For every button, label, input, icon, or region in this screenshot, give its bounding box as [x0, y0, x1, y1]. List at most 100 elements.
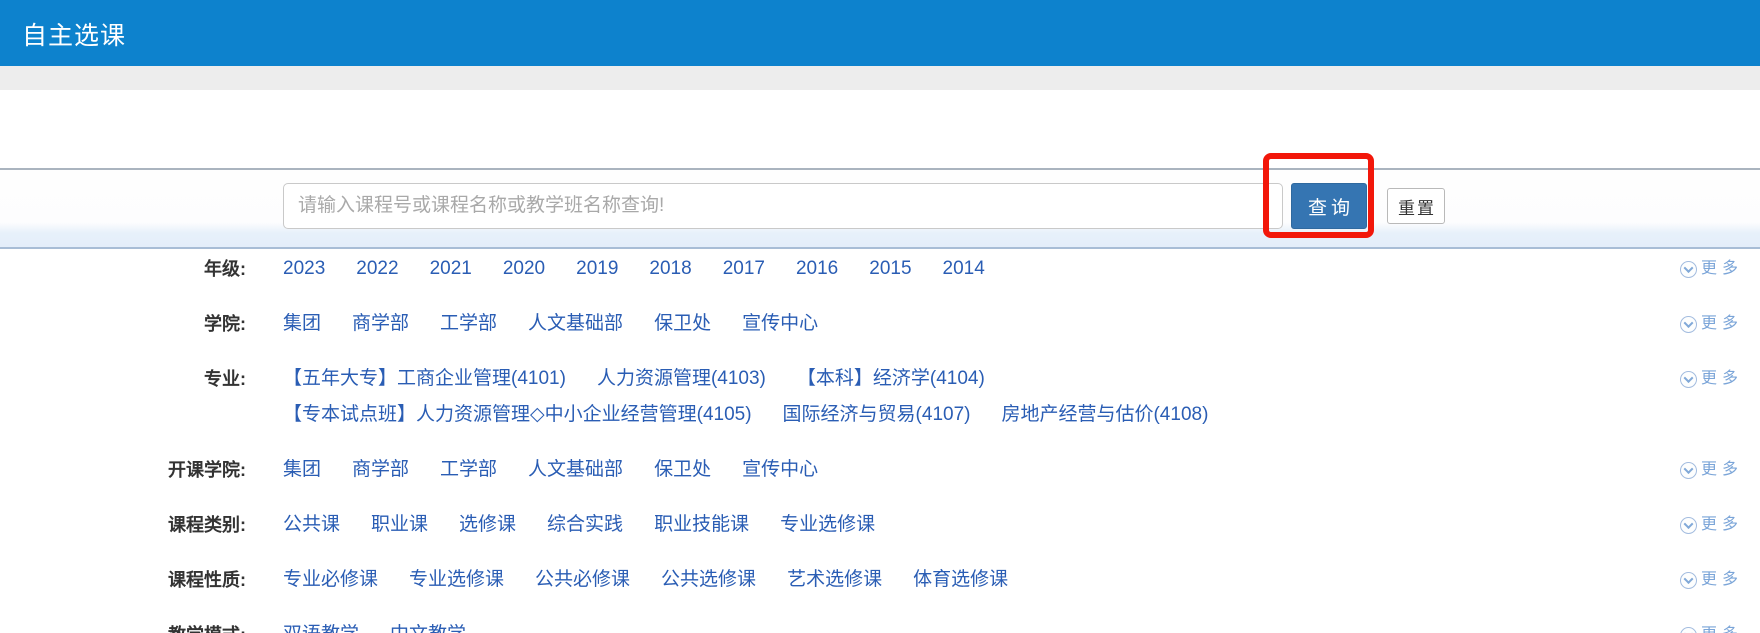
search-input[interactable]: [283, 183, 1283, 229]
more-link[interactable]: 更多: [1680, 313, 1743, 335]
filter-line: 双语教学 中文教学: [283, 624, 1640, 633]
filter-label: 教学模式:: [0, 624, 246, 633]
filter-option-link[interactable]: 宣传中心: [742, 459, 818, 481]
filter-label: 专业:: [0, 368, 246, 390]
filter-option-link[interactable]: 中文教学: [390, 624, 466, 633]
filter-option-link[interactable]: 工学部: [440, 313, 497, 335]
filter-option-link[interactable]: 综合实践: [547, 514, 623, 536]
filter-label: 开课学院:: [0, 459, 246, 481]
filter-row: 年级: 2023 2022 2021 2020 2019 2018 2017 2016 2015…: [0, 249, 1760, 304]
chevron-down-icon: [1680, 627, 1697, 633]
filter-option-link[interactable]: 【五年大专】工商企业管理(4101): [283, 368, 566, 390]
filter-lines: 2023 2022 2021 2020 2019 2018 2017 2016 2015 2014: [283, 258, 1640, 280]
chevron-down-icon: [1680, 371, 1697, 388]
filter-line: 集团 商学部 工学部 人文基础部 保卫处 宣传中心: [283, 313, 1640, 335]
filter-option-link[interactable]: 专业必修课: [283, 569, 378, 591]
filter-option-link[interactable]: 工学部: [440, 459, 497, 481]
filter-lines: 【五年大专】工商企业管理(4101) 人力资源管理(4103) 【本科】经济学(41…: [283, 368, 1640, 426]
filter-label: 年级:: [0, 258, 246, 280]
chevron-down-icon: [1680, 517, 1697, 534]
filter-option-link[interactable]: 双语教学: [283, 624, 359, 633]
more-link[interactable]: 更多: [1680, 258, 1743, 280]
filter-option-link[interactable]: 专业选修课: [409, 569, 504, 591]
more-label: 更多: [1701, 624, 1743, 633]
filter-option-link[interactable]: 商学部: [352, 313, 409, 335]
filter-line: 集团 商学部 工学部 人文基础部 保卫处 宣传中心: [283, 459, 1640, 481]
more-label: 更多: [1701, 514, 1743, 536]
filter-option-link[interactable]: 商学部: [352, 459, 409, 481]
more-label: 更多: [1701, 569, 1743, 591]
filter-option-link[interactable]: 公共课: [283, 514, 340, 536]
filter-option-link[interactable]: 2015: [869, 258, 911, 280]
header-substrip: [0, 66, 1760, 90]
more-label: 更多: [1701, 368, 1743, 390]
filter-option-link[interactable]: 保卫处: [654, 313, 711, 335]
filter-option-link[interactable]: 2020: [503, 258, 545, 280]
reset-button[interactable]: 重置: [1387, 188, 1445, 224]
filter-option-link[interactable]: 2017: [723, 258, 765, 280]
more-label: 更多: [1701, 313, 1743, 335]
chevron-down-icon: [1680, 462, 1697, 479]
filter-option-link[interactable]: 专业选修课: [780, 514, 875, 536]
filter-lines: 公共课 职业课 选修课 综合实践 职业技能课 专业选修课: [283, 514, 1640, 536]
filter-option-link[interactable]: 集团: [283, 459, 321, 481]
chevron-down-icon: [1680, 261, 1697, 278]
more-label: 更多: [1701, 258, 1743, 280]
filter-line: 【五年大专】工商企业管理(4101) 人力资源管理(4103) 【本科】经济学(41…: [283, 368, 1640, 390]
filter-label: 课程类别:: [0, 514, 246, 536]
chevron-down-icon: [1680, 572, 1697, 589]
filter-option-link[interactable]: 宣传中心: [742, 313, 818, 335]
filter-option-link[interactable]: 国际经济与贸易(4107): [783, 404, 971, 426]
more-link[interactable]: 更多: [1680, 624, 1743, 633]
filter-option-link[interactable]: 人力资源管理(4103): [597, 368, 766, 390]
filter-label: 课程性质:: [0, 569, 246, 591]
filter-row: 课程性质: 专业必修课 专业选修课 公共必修课 公共选修课 艺术选修课 体育选修课 更多: [0, 560, 1760, 615]
filter-option-link[interactable]: 2023: [283, 258, 325, 280]
filter-option-link[interactable]: 2016: [796, 258, 838, 280]
filter-panel: 年级: 2023 2022 2021 2020 2019 2018 2017 2016 2015…: [0, 249, 1760, 633]
filter-option-link[interactable]: 选修课: [459, 514, 516, 536]
filter-option-link[interactable]: 职业技能课: [654, 514, 749, 536]
filter-line: 公共课 职业课 选修课 综合实践 职业技能课 专业选修课: [283, 514, 1640, 536]
filter-row: 教学模式: 双语教学 中文教学 更多: [0, 615, 1760, 633]
filter-line: 【专本试点班】人力资源管理◇中小企业经营管理(4105) 国际经济与贸易(4107…: [283, 404, 1640, 426]
filter-option-link[interactable]: 公共选修课: [661, 569, 756, 591]
filter-option-link[interactable]: 房地产经营与估价(4108): [1001, 404, 1208, 426]
page-header: 自主选课: [0, 0, 1760, 66]
filter-option-link[interactable]: 体育选修课: [913, 569, 1008, 591]
filter-lines: 专业必修课 专业选修课 公共必修课 公共选修课 艺术选修课 体育选修课: [283, 569, 1640, 591]
filter-option-link[interactable]: 职业课: [371, 514, 428, 536]
filter-option-link[interactable]: 2019: [576, 258, 618, 280]
filter-option-link[interactable]: 【专本试点班】人力资源管理◇中小企业经营管理(4105): [283, 404, 752, 426]
page-title: 自主选课: [0, 0, 1760, 52]
filter-lines: 双语教学 中文教学: [283, 624, 1640, 633]
filter-lines: 集团 商学部 工学部 人文基础部 保卫处 宣传中心: [283, 459, 1640, 481]
filter-option-link[interactable]: 人文基础部: [528, 459, 623, 481]
more-label: 更多: [1701, 459, 1743, 481]
filter-lines: 集团 商学部 工学部 人文基础部 保卫处 宣传中心: [283, 313, 1640, 335]
filter-row: 开课学院: 集团 商学部 工学部 人文基础部 保卫处 宣传中心 更多: [0, 450, 1760, 505]
more-link[interactable]: 更多: [1680, 569, 1743, 591]
filter-row: 学院: 集团 商学部 工学部 人文基础部 保卫处 宣传中心 更多: [0, 304, 1760, 359]
more-link[interactable]: 更多: [1680, 459, 1743, 481]
filter-option-link[interactable]: 人文基础部: [528, 313, 623, 335]
search-panel: 查询 重置: [0, 168, 1760, 249]
filter-row: 课程类别: 公共课 职业课 选修课 综合实践 职业技能课 专业选修课 更多: [0, 505, 1760, 560]
more-link[interactable]: 更多: [1680, 368, 1743, 390]
filter-row: 专业: 【五年大专】工商企业管理(4101) 人力资源管理(4103) 【本科】经济…: [0, 359, 1760, 450]
query-button[interactable]: 查询: [1291, 183, 1367, 229]
filter-option-link[interactable]: 艺术选修课: [787, 569, 882, 591]
filter-label: 学院:: [0, 313, 246, 335]
more-link[interactable]: 更多: [1680, 514, 1743, 536]
filter-option-link[interactable]: 2018: [649, 258, 691, 280]
filter-option-link[interactable]: 公共必修课: [535, 569, 630, 591]
filter-line: 2023 2022 2021 2020 2019 2018 2017 2016 2015 2014: [283, 258, 1640, 280]
filter-option-link[interactable]: 集团: [283, 313, 321, 335]
spacer: [0, 90, 1760, 168]
filter-option-link[interactable]: 2022: [356, 258, 398, 280]
filter-option-link[interactable]: 【本科】经济学(4104): [797, 368, 985, 390]
filter-option-link[interactable]: 保卫处: [654, 459, 711, 481]
filter-option-link[interactable]: 2014: [943, 258, 985, 280]
filter-line: 专业必修课 专业选修课 公共必修课 公共选修课 艺术选修课 体育选修课: [283, 569, 1640, 591]
filter-option-link[interactable]: 2021: [430, 258, 472, 280]
